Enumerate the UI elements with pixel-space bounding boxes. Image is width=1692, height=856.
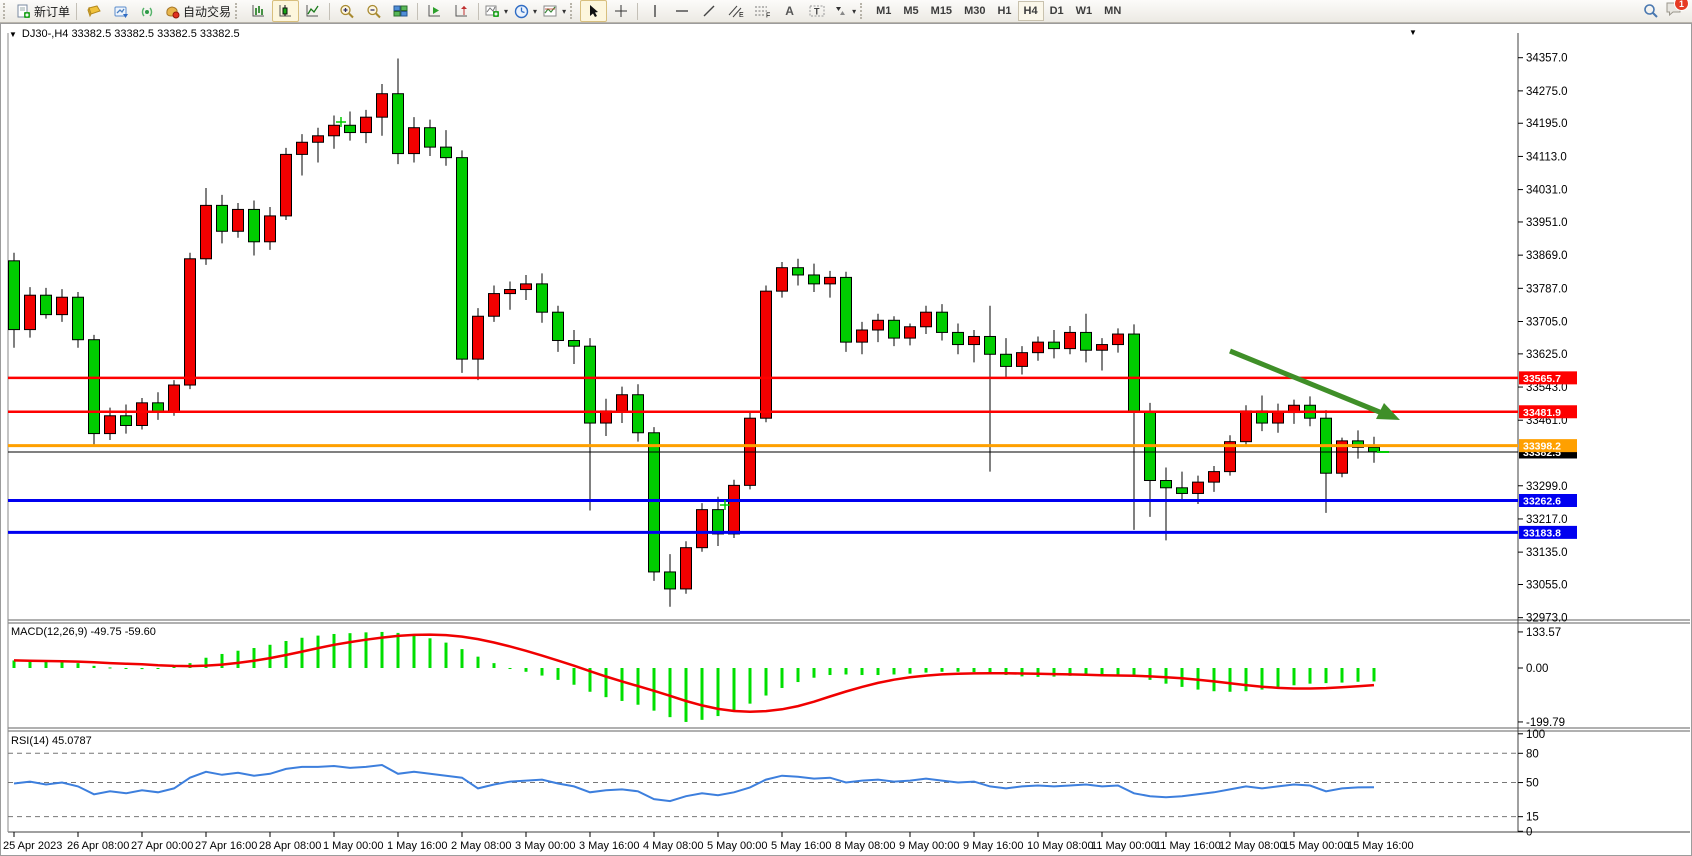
tf-m30-button[interactable]: M30	[958, 1, 991, 21]
bar-chart-icon	[251, 4, 266, 18]
signals-icon	[140, 4, 156, 19]
tf-d1-label: D1	[1050, 5, 1064, 17]
gold-button[interactable]	[80, 0, 107, 22]
share-chart-button[interactable]	[107, 0, 134, 22]
tile-windows-icon	[393, 4, 408, 18]
toolbar-grip[interactable]	[860, 3, 867, 19]
indicators-icon	[485, 4, 500, 18]
chevron-down-icon: ▾	[504, 7, 508, 16]
auto-scroll-icon	[427, 4, 442, 18]
tf-mn-button[interactable]: MN	[1098, 1, 1127, 21]
templates-button[interactable]: ▾	[540, 0, 569, 22]
candlestick-chart-button[interactable]	[272, 0, 299, 22]
auto-trading-label: 自动交易	[183, 3, 231, 20]
text-button[interactable]: A	[776, 0, 803, 22]
text-label-icon: T	[809, 4, 825, 18]
tf-m1-button[interactable]: M1	[870, 1, 897, 21]
notification-badge: 1	[1674, 0, 1689, 11]
chart-window[interactable]: ▼ DJ30-,H4 33382.5 33382.5 33382.5 33382…	[0, 23, 1692, 856]
tf-m1-label: M1	[876, 5, 891, 17]
crosshair-icon	[614, 4, 628, 18]
label-t-letter: T	[814, 7, 820, 17]
toolbar-grip[interactable]	[3, 3, 10, 19]
periods-button[interactable]: ▾	[511, 0, 540, 22]
arrows-button[interactable]: ▾	[830, 0, 859, 22]
toolbar-grip[interactable]	[235, 3, 242, 19]
separator	[76, 3, 77, 20]
tf-h1-label: H1	[997, 5, 1011, 17]
rsi-label: RSI(14) 45.0787	[11, 735, 92, 747]
chart-shift-button[interactable]	[448, 0, 475, 22]
tf-w1-label: W1	[1076, 5, 1093, 17]
signals-button[interactable]	[134, 0, 161, 22]
tf-mn-label: MN	[1104, 5, 1121, 17]
auto-scroll-button[interactable]	[421, 0, 448, 22]
zoom-out-button[interactable]	[360, 0, 387, 22]
subwindow-collapse-icon[interactable]: ▼	[1409, 28, 1417, 37]
tf-h4-label: H4	[1024, 5, 1038, 17]
separator	[637, 3, 638, 20]
bar-chart-button[interactable]	[245, 0, 272, 22]
chart-title-arrow-icon[interactable]: ▼	[9, 30, 17, 39]
vertical-line-button[interactable]	[641, 0, 668, 22]
tf-d1-button[interactable]: D1	[1044, 1, 1070, 21]
tf-m30-label: M30	[964, 5, 985, 17]
tf-m5-button[interactable]: M5	[897, 1, 924, 21]
template-icon	[543, 4, 558, 18]
chevron-down-icon: ▾	[852, 7, 856, 16]
new-order-button[interactable]: 新订单	[13, 0, 73, 22]
fibo-letter: F	[766, 13, 770, 19]
separator	[478, 3, 479, 20]
tf-w1-button[interactable]: W1	[1070, 1, 1099, 21]
new-order-icon	[16, 4, 31, 19]
line-chart-button[interactable]	[299, 0, 326, 22]
auto-trading-icon	[164, 4, 180, 19]
tf-m15-button[interactable]: M15	[925, 1, 958, 21]
line-chart-icon	[305, 4, 320, 18]
indicators-button[interactable]: ▾	[482, 0, 511, 22]
text-label-button[interactable]: T	[803, 0, 830, 22]
horizontal-line-icon	[675, 4, 689, 18]
auto-trading-button[interactable]: 自动交易	[161, 0, 234, 22]
trendline-icon	[702, 4, 716, 18]
fibonacci-button[interactable]: F	[749, 0, 776, 22]
channel-button[interactable]: E	[722, 0, 749, 22]
horizontal-line-button[interactable]	[668, 0, 695, 22]
zoom-in-icon	[339, 4, 355, 19]
chevron-down-icon: ▾	[562, 7, 566, 16]
chevron-down-icon: ▾	[533, 7, 537, 16]
zoom-in-button[interactable]	[333, 0, 360, 22]
candlestick-chart-icon	[278, 4, 293, 18]
chat-button[interactable]: 1	[1665, 1, 1682, 21]
zoom-out-icon	[366, 4, 382, 19]
gold-bar-icon	[86, 4, 102, 18]
crosshair-button[interactable]	[607, 0, 634, 22]
text-a-label: A	[785, 4, 794, 18]
cursor-icon	[587, 4, 600, 18]
channel-letter: E	[739, 12, 744, 18]
tf-h1-button[interactable]: H1	[991, 1, 1017, 21]
tf-m15-label: M15	[931, 5, 952, 17]
toolbar-grip[interactable]	[570, 3, 577, 19]
main-toolbar: 新订单 自动交易 ▾ ▾	[0, 0, 1692, 23]
arrows-icon	[833, 4, 848, 18]
share-chart-icon	[113, 4, 129, 19]
trendline-button[interactable]	[695, 0, 722, 22]
vertical-line-icon	[649, 4, 661, 18]
new-order-label: 新订单	[34, 3, 70, 20]
fibonacci-icon: F	[754, 4, 771, 18]
separator	[417, 3, 418, 20]
chart-shift-icon	[454, 4, 469, 18]
separator	[329, 3, 330, 20]
channel-icon: E	[728, 4, 744, 18]
tf-h4-button[interactable]: H4	[1018, 1, 1044, 21]
cursor-button[interactable]	[580, 0, 607, 22]
chart-title-text: DJ30-,H4 33382.5 33382.5 33382.5 33382.5	[22, 28, 240, 40]
macd-label: MACD(12,26,9) -49.75 -59.60	[11, 626, 156, 638]
tile-windows-button[interactable]	[387, 0, 414, 22]
chart-title: ▼ DJ30-,H4 33382.5 33382.5 33382.5 33382…	[9, 28, 240, 40]
search-icon[interactable]	[1643, 3, 1659, 19]
clock-icon	[514, 4, 529, 19]
tf-m5-label: M5	[903, 5, 918, 17]
